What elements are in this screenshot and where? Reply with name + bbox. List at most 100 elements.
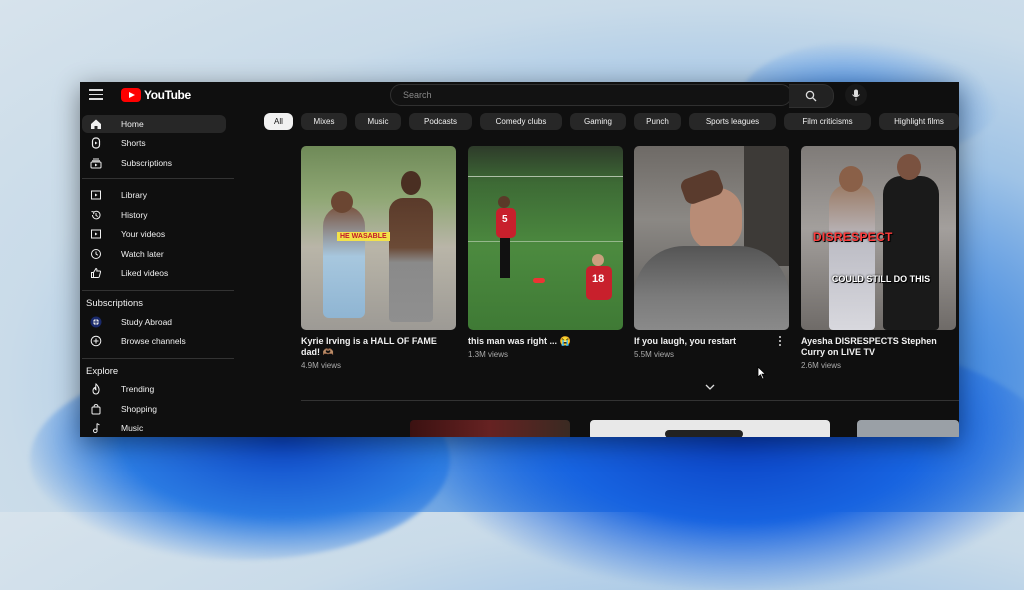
video-thumbnail[interactable] [857, 420, 959, 437]
channel-avatar-icon [89, 315, 103, 329]
video-thumbnail[interactable] [410, 420, 570, 437]
video-title[interactable]: Ayesha DISRESPECTS Stephen Curry on LIVE… [801, 336, 951, 358]
person-figure [323, 206, 365, 318]
video-card[interactable]: If you laugh, you restart 5.5M views [634, 146, 790, 359]
search-button[interactable] [789, 84, 834, 108]
chip-punch[interactable]: Punch [634, 113, 681, 130]
video-thumbnail[interactable] [634, 146, 789, 330]
explore-section-title: Explore [86, 366, 119, 377]
sidebar-item-label: Watch later [121, 249, 164, 259]
video-thumbnail[interactable]: HE WASABLE [301, 146, 456, 330]
sidebar-item-label: Study Abroad [121, 317, 173, 327]
video-views: 1.3M views [468, 350, 509, 359]
sidebar-item-trending[interactable]: Trending [82, 380, 226, 398]
chip-gaming[interactable]: Gaming [570, 113, 626, 130]
cape [634, 246, 789, 330]
sidebar-item-your-videos[interactable]: Your videos [82, 225, 226, 243]
music-note-icon [89, 421, 103, 435]
thumbnail-detail [665, 430, 743, 437]
sidebar-item-label: Trending [121, 384, 155, 394]
more-options-icon[interactable] [776, 334, 784, 348]
subscriptions-section-title: Subscriptions [86, 298, 144, 309]
thumbs-up-icon [89, 266, 103, 280]
sidebar-item-label: Browse channels [121, 336, 186, 346]
chip-comedy-clubs[interactable]: Comedy clubs [480, 113, 562, 130]
sidebar-divider [82, 358, 234, 359]
video-title[interactable]: Kyrie Irving is a HALL OF FAME dad! 🫶🏽 [301, 336, 451, 358]
sidebar-item-shopping[interactable]: Shopping [82, 400, 226, 418]
video-views: 2.6M views [801, 361, 842, 370]
person-head [401, 171, 421, 195]
person-figure [389, 198, 433, 322]
home-icon [89, 117, 103, 131]
sidebar-divider [82, 290, 234, 291]
search-icon [805, 90, 817, 102]
player-legs [500, 238, 510, 278]
boot [533, 278, 545, 283]
fire-icon [89, 382, 103, 396]
sidebar-item-music[interactable]: Music [82, 419, 226, 437]
filter-chips: All Mixes Music Podcasts Comedy clubs Ga… [264, 113, 959, 131]
bag-icon [89, 402, 103, 416]
chip-film-criticisms[interactable]: Film criticisms [784, 113, 871, 130]
sidebar-item-label: Shorts [121, 138, 146, 148]
video-views: 5.5M views [634, 350, 675, 359]
sidebar-item-label: Liked videos [121, 268, 169, 278]
shorts-icon [89, 136, 103, 150]
sidebar-item-label: Home [121, 119, 144, 129]
chip-mixes[interactable]: Mixes [301, 113, 347, 130]
sidebar-item-study-abroad[interactable]: Study Abroad [82, 313, 226, 331]
video-thumbnail[interactable]: 5 18 [468, 146, 623, 330]
search-input[interactable] [391, 85, 798, 105]
voice-search-button[interactable] [845, 84, 867, 106]
video-views: 4.9M views [301, 361, 342, 370]
youtube-play-icon [121, 88, 141, 102]
video-thumbnail[interactable]: DISRESPECT COULD STILL DO THIS [801, 146, 956, 330]
video-title[interactable]: If you laugh, you restart [634, 336, 784, 347]
sidebar-item-label: Shopping [121, 404, 157, 414]
history-icon [89, 208, 103, 222]
sidebar-item-liked-videos[interactable]: Liked videos [82, 264, 226, 282]
section-divider [301, 400, 959, 401]
sidebar-item-label: Subscriptions [121, 158, 173, 168]
person-head [839, 166, 863, 192]
sidebar-item-home[interactable]: Home [82, 115, 226, 133]
sidebar-item-library[interactable]: Library [82, 186, 226, 204]
sidebar-item-browse-channels[interactable]: Browse channels [82, 332, 226, 350]
video-card[interactable]: HE WASABLE Kyrie Irving is a HALL OF FAM… [301, 146, 457, 370]
thumbnail-overlay-text: HE WASABLE [337, 232, 390, 241]
sidebar-item-subscriptions[interactable]: Subscriptions [82, 154, 226, 172]
youtube-logo[interactable]: YouTube [121, 87, 191, 103]
plus-circle-icon [89, 334, 103, 348]
player-head [592, 254, 604, 266]
library-icon [89, 188, 103, 202]
menu-icon[interactable] [89, 89, 103, 100]
sidebar-item-history[interactable]: History [82, 206, 226, 224]
chip-music[interactable]: Music [355, 113, 401, 130]
sidebar-item-label: Your videos [121, 229, 166, 239]
chip-sports-leagues[interactable]: Sports leagues [689, 113, 776, 130]
jersey-number: 18 [592, 273, 605, 285]
sidebar-item-label: History [121, 210, 148, 220]
sidebar-item-watch-later[interactable]: Watch later [82, 245, 226, 263]
person-figure [829, 184, 875, 330]
jersey-number: 5 [502, 214, 508, 225]
chip-highlight-films[interactable]: Highlight films [879, 113, 959, 130]
chip-all[interactable]: All [264, 113, 293, 130]
video-title[interactable]: this man was right ... 😭 [468, 336, 618, 347]
video-card[interactable]: DISRESPECT COULD STILL DO THIS Ayesha DI… [801, 146, 957, 370]
chip-podcasts[interactable]: Podcasts [409, 113, 472, 130]
chevron-down-icon[interactable] [704, 382, 716, 392]
video-card[interactable]: 5 18 this man was right ... 😭 1.3M views [468, 146, 624, 359]
top-bar: YouTube [80, 82, 959, 108]
sidebar-item-shorts[interactable]: Shorts [82, 134, 226, 152]
sidebar: Home Shorts Subscriptions Library Histor… [80, 112, 236, 437]
mouse-cursor-icon [757, 366, 767, 380]
sidebar-divider [82, 178, 234, 179]
pitch-line [468, 176, 623, 177]
your-videos-icon [89, 227, 103, 241]
subscriptions-icon [89, 156, 103, 170]
clock-icon [89, 247, 103, 261]
pitch-line [468, 241, 623, 242]
person-head [897, 154, 921, 180]
